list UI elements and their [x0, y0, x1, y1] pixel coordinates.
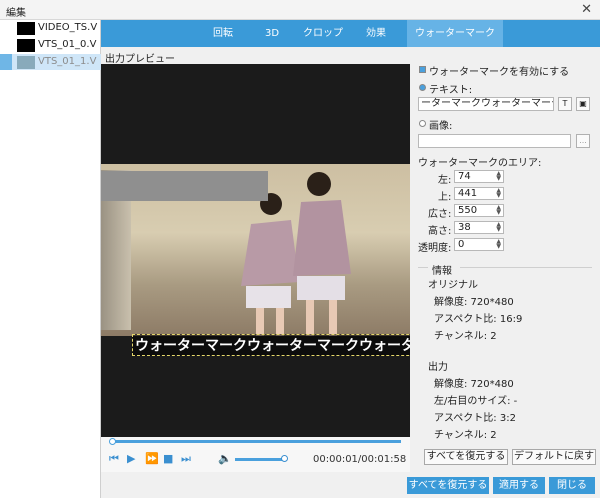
output-channel: チャンネル: 2: [434, 430, 497, 441]
top-label: 上:: [438, 192, 452, 203]
enable-watermark-label: ウォーターマークを有効にする: [429, 67, 570, 78]
file-item-video-ts[interactable]: VIDEO_TS.V: [0, 20, 101, 36]
volume-handle[interactable]: [281, 455, 288, 462]
restore-all-button[interactable]: すべてを復元する: [407, 477, 489, 494]
info-divider-right: [460, 267, 592, 268]
width-label: 広さ:: [428, 209, 452, 220]
output-aspect: アスペクト比: 3:2: [434, 413, 516, 424]
file-item-vts-01-1[interactable]: VTS_01_1.V: [0, 54, 101, 70]
output-title: 出力: [428, 362, 448, 373]
skip-back-icon[interactable]: ⏮: [109, 452, 119, 466]
tab-rotate[interactable]: 回転: [197, 20, 249, 47]
bottom-bar: すべてを復元する 適用する 閉じる: [101, 472, 600, 498]
volume-slider[interactable]: [235, 458, 285, 461]
watermark-text-input[interactable]: ーターマークウォーターマーク: [418, 97, 554, 111]
skip-forward-icon[interactable]: ⏭: [181, 452, 191, 466]
tab-effect[interactable]: 効果: [351, 20, 401, 47]
mosaic-box: [101, 171, 268, 201]
font-button[interactable]: T: [558, 97, 572, 111]
enable-watermark-checkbox[interactable]: [419, 66, 426, 73]
output-eye-size: 左/右目のサイズ: -: [434, 396, 518, 407]
preview-label: 出力プレビュー: [105, 54, 175, 65]
image-radio[interactable]: [419, 120, 426, 127]
original-channel: チャンネル: 2: [434, 331, 497, 342]
text-color-button[interactable]: ▣: [576, 97, 590, 111]
file-thumbnail: [17, 39, 35, 52]
watermark-panel: ウォーターマークを有効にする テキスト: ーターマークウォーターマーク T ▣ …: [410, 47, 600, 472]
image-label: 画像:: [429, 121, 453, 132]
window-title: 編集: [6, 8, 26, 19]
tab-3d[interactable]: 3D: [249, 20, 295, 47]
top-spinner[interactable]: 441 ▲ ▼: [454, 187, 504, 200]
info-divider-left: [418, 267, 428, 268]
file-thumbnail: [17, 22, 35, 35]
close-button[interactable]: 閉じる: [549, 477, 595, 494]
text-label: テキスト:: [429, 85, 473, 96]
fast-forward-icon[interactable]: ⏩: [145, 452, 159, 465]
opacity-label: 透明度:: [418, 243, 452, 254]
playback-controls: ⏮ ▶ ⏩ ■ ⏭ 🔈 00:00:01/00:01:58: [101, 446, 410, 472]
info-title: 情報: [432, 266, 452, 277]
file-name: VIDEO_TS.V: [38, 22, 98, 33]
restore-all-panel-button[interactable]: すべてを復元する: [424, 449, 508, 465]
volume-icon[interactable]: 🔈: [218, 452, 232, 465]
height-label: 高さ:: [428, 226, 452, 237]
timeline-track: [111, 440, 401, 443]
original-aspect: アスペクト比: 16:9: [434, 314, 523, 325]
height-spinner[interactable]: 38 ▲ ▼: [454, 221, 504, 234]
timeline[interactable]: [101, 437, 410, 446]
preview-header: 出力プレビュー: [101, 47, 409, 65]
output-resolution: 解像度: 720*480: [434, 379, 514, 390]
file-list[interactable]: VIDEO_TS.V VTS_01_0.V VTS_01_1.V: [0, 20, 101, 498]
selection-marker: [0, 54, 12, 70]
stop-icon[interactable]: ■: [163, 452, 173, 465]
original-resolution: 解像度: 720*480: [434, 297, 514, 308]
apply-button[interactable]: 適用する: [493, 477, 545, 494]
watermark-area-label: ウォーターマークのエリア:: [418, 158, 542, 169]
title-bar: 編集 ✕: [0, 0, 600, 20]
file-name: VTS_01_0.V: [38, 39, 97, 50]
play-icon[interactable]: ▶: [127, 452, 135, 465]
left-label: 左:: [438, 175, 452, 186]
default-button[interactable]: デフォルトに戻す: [512, 449, 596, 465]
left-spinner[interactable]: 74 ▲ ▼: [454, 170, 504, 183]
edit-tab-bar: 回転 3D クロップ 効果 ウォーターマーク: [101, 20, 600, 47]
image-path-input[interactable]: [418, 134, 571, 148]
file-item-vts-01-0[interactable]: VTS_01_0.V: [0, 37, 101, 53]
file-thumbnail: [17, 56, 35, 69]
browse-button[interactable]: ...: [576, 134, 590, 148]
tab-crop[interactable]: クロップ: [295, 20, 351, 47]
time-display: 00:00:01/00:01:58: [313, 454, 407, 465]
text-radio[interactable]: [419, 84, 426, 91]
tab-watermark[interactable]: ウォーターマーク: [407, 20, 503, 47]
close-icon[interactable]: ✕: [581, 2, 592, 17]
opacity-spinner[interactable]: 0 ▲ ▼: [454, 238, 504, 251]
file-name: VTS_01_1.V: [38, 56, 97, 67]
timeline-handle[interactable]: [109, 438, 116, 445]
width-spinner[interactable]: 550 ▲ ▼: [454, 204, 504, 217]
original-title: オリジナル: [428, 280, 478, 291]
